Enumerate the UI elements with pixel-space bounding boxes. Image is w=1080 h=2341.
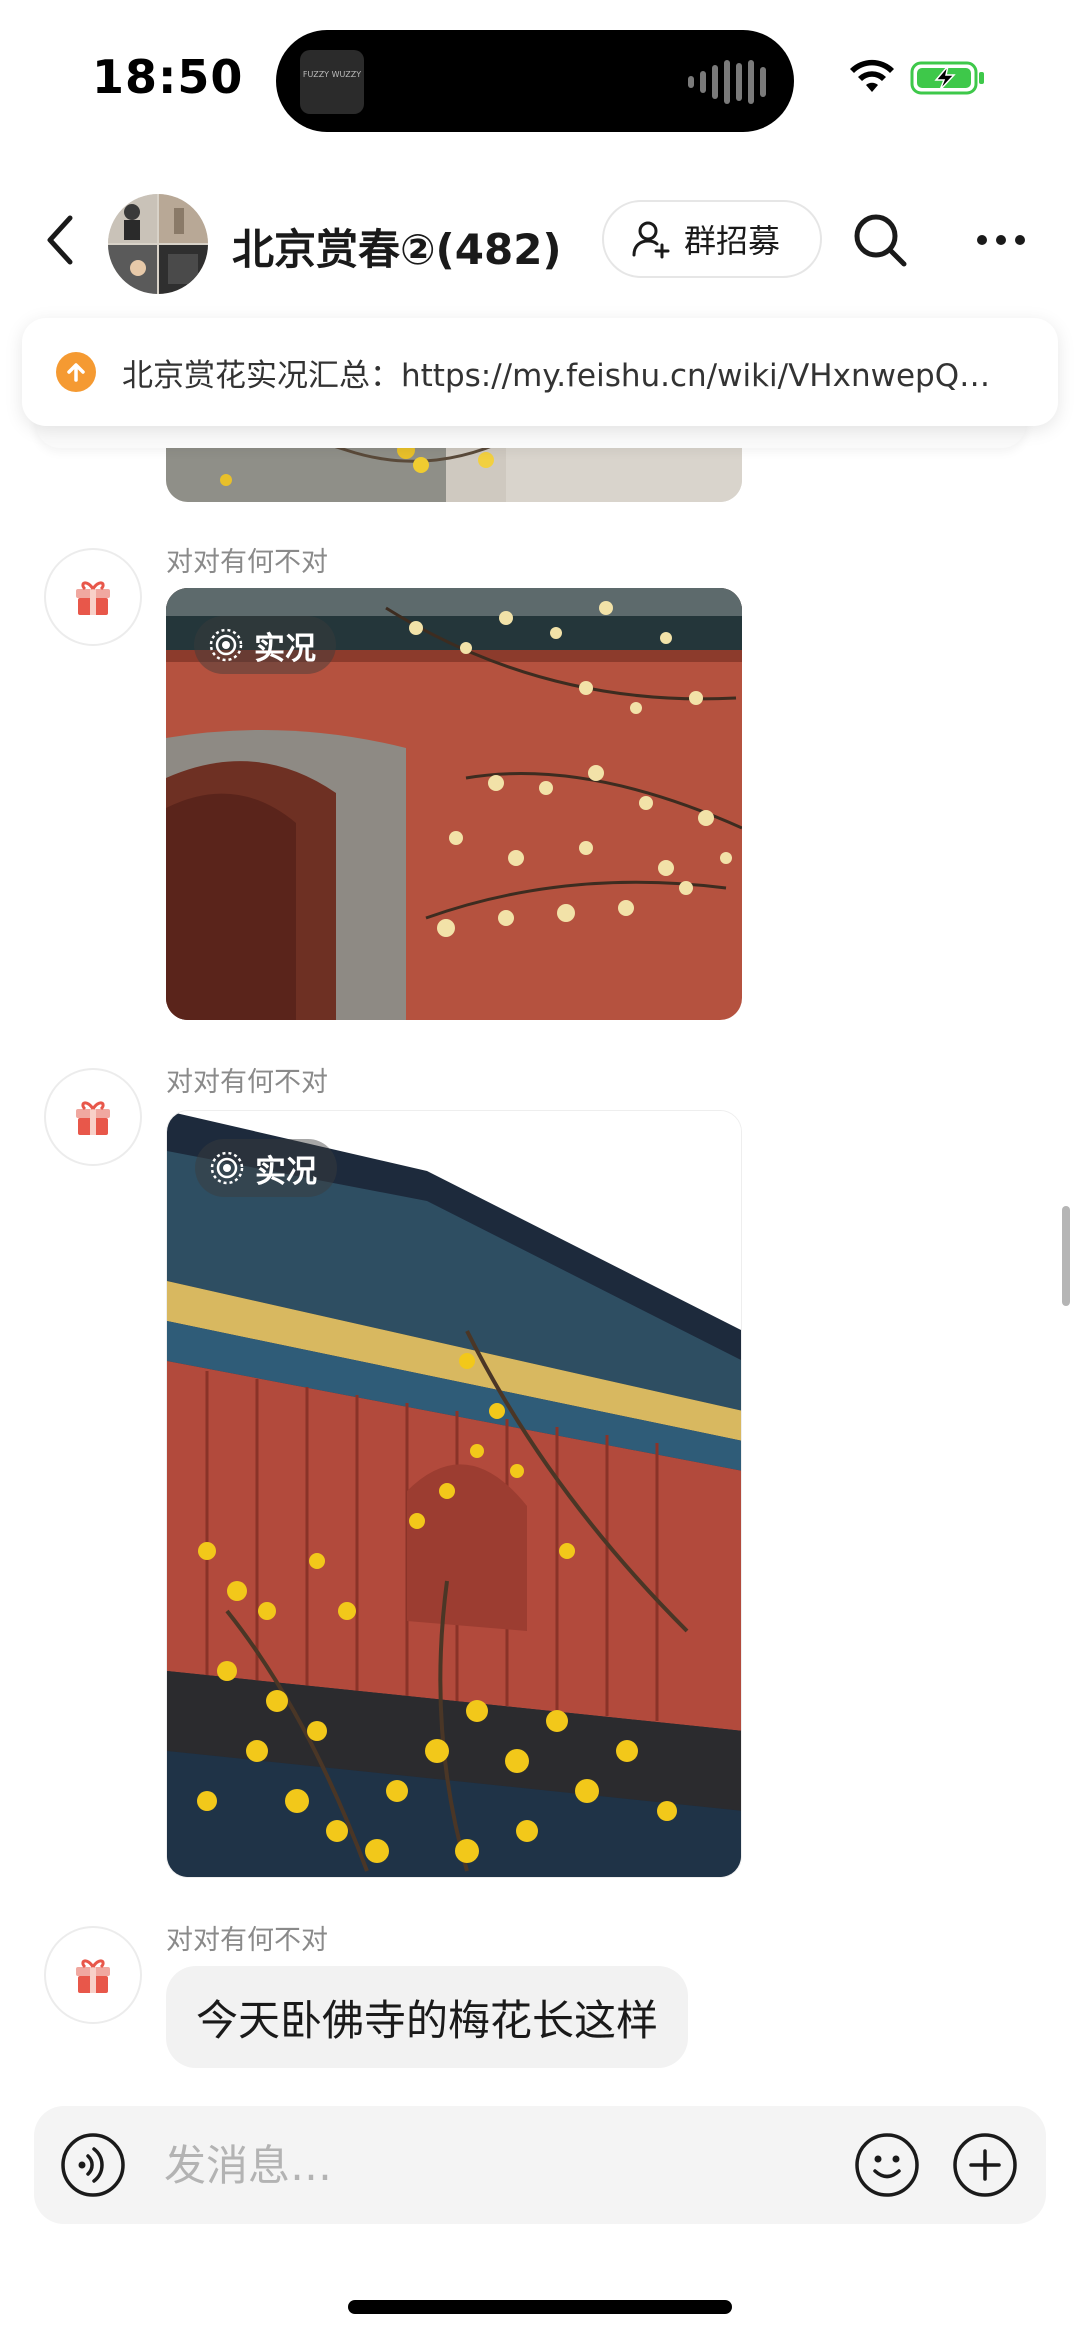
upload-arrow-icon	[56, 352, 96, 392]
battery-icon	[910, 61, 984, 95]
pinned-announcement[interactable]: 北京赏花实况汇总：https://my.feishu.cn/wiki/VHxnw…	[22, 318, 1058, 426]
chat-header: 北京赏春②(482) 群招募	[0, 180, 1080, 300]
wifi-icon	[850, 59, 894, 92]
emoji-icon[interactable]	[854, 2132, 920, 2198]
sender-avatar[interactable]	[44, 1068, 142, 1166]
live-photo-label: 实况	[254, 630, 316, 667]
group-recruit-button[interactable]: 群招募	[602, 200, 822, 278]
sender-avatar[interactable]	[44, 1926, 142, 2024]
live-photo-icon	[209, 628, 243, 662]
person-add-icon	[632, 221, 670, 259]
text-message-bubble[interactable]: 今天卧佛寺的梅花长这样	[166, 1966, 689, 2068]
live-photo-icon	[210, 1151, 244, 1185]
pinned-text: 北京赏花实况汇总：https://my.feishu.cn/wiki/VHxnw…	[122, 357, 991, 394]
gift-icon	[76, 1101, 110, 1135]
sender-avatar[interactable]	[44, 548, 142, 646]
group-title[interactable]: 北京赏春②(482)	[232, 216, 562, 277]
sender-name: 对对有何不对	[166, 1067, 328, 1098]
dynamic-island[interactable]: FUZZY WUZZY	[276, 30, 794, 132]
more-icon[interactable]	[976, 234, 1026, 246]
home-indicator[interactable]	[348, 2300, 732, 2314]
status-bar: 18:50 FUZZY WUZZY	[0, 0, 1080, 160]
voice-icon[interactable]	[60, 2132, 126, 2198]
live-photo[interactable]: 实况	[166, 588, 742, 1020]
now-playing-thumbnail: FUZZY WUZZY	[300, 50, 364, 114]
search-icon[interactable]	[852, 212, 908, 268]
message-input-bar	[34, 2106, 1046, 2224]
status-time: 18:50	[92, 50, 244, 104]
message-input[interactable]	[164, 2132, 724, 2198]
live-photo-label: 实况	[255, 1153, 317, 1190]
audio-wave-icon	[688, 60, 766, 104]
plus-icon[interactable]	[952, 2132, 1018, 2198]
live-photo-badge[interactable]: 实况	[194, 616, 336, 674]
live-photo-badge[interactable]: 实况	[195, 1139, 337, 1197]
group-avatar[interactable]	[108, 194, 208, 294]
sender-name: 对对有何不对	[166, 1925, 328, 1956]
scrollbar-thumb[interactable]	[1062, 1206, 1070, 1306]
group-recruit-label: 群招募	[684, 222, 781, 260]
gift-icon	[76, 581, 110, 615]
live-photo[interactable]: 实况	[166, 1110, 742, 1878]
back-icon[interactable]	[40, 210, 84, 270]
gift-icon	[76, 1959, 110, 1993]
sender-name: 对对有何不对	[166, 547, 328, 578]
